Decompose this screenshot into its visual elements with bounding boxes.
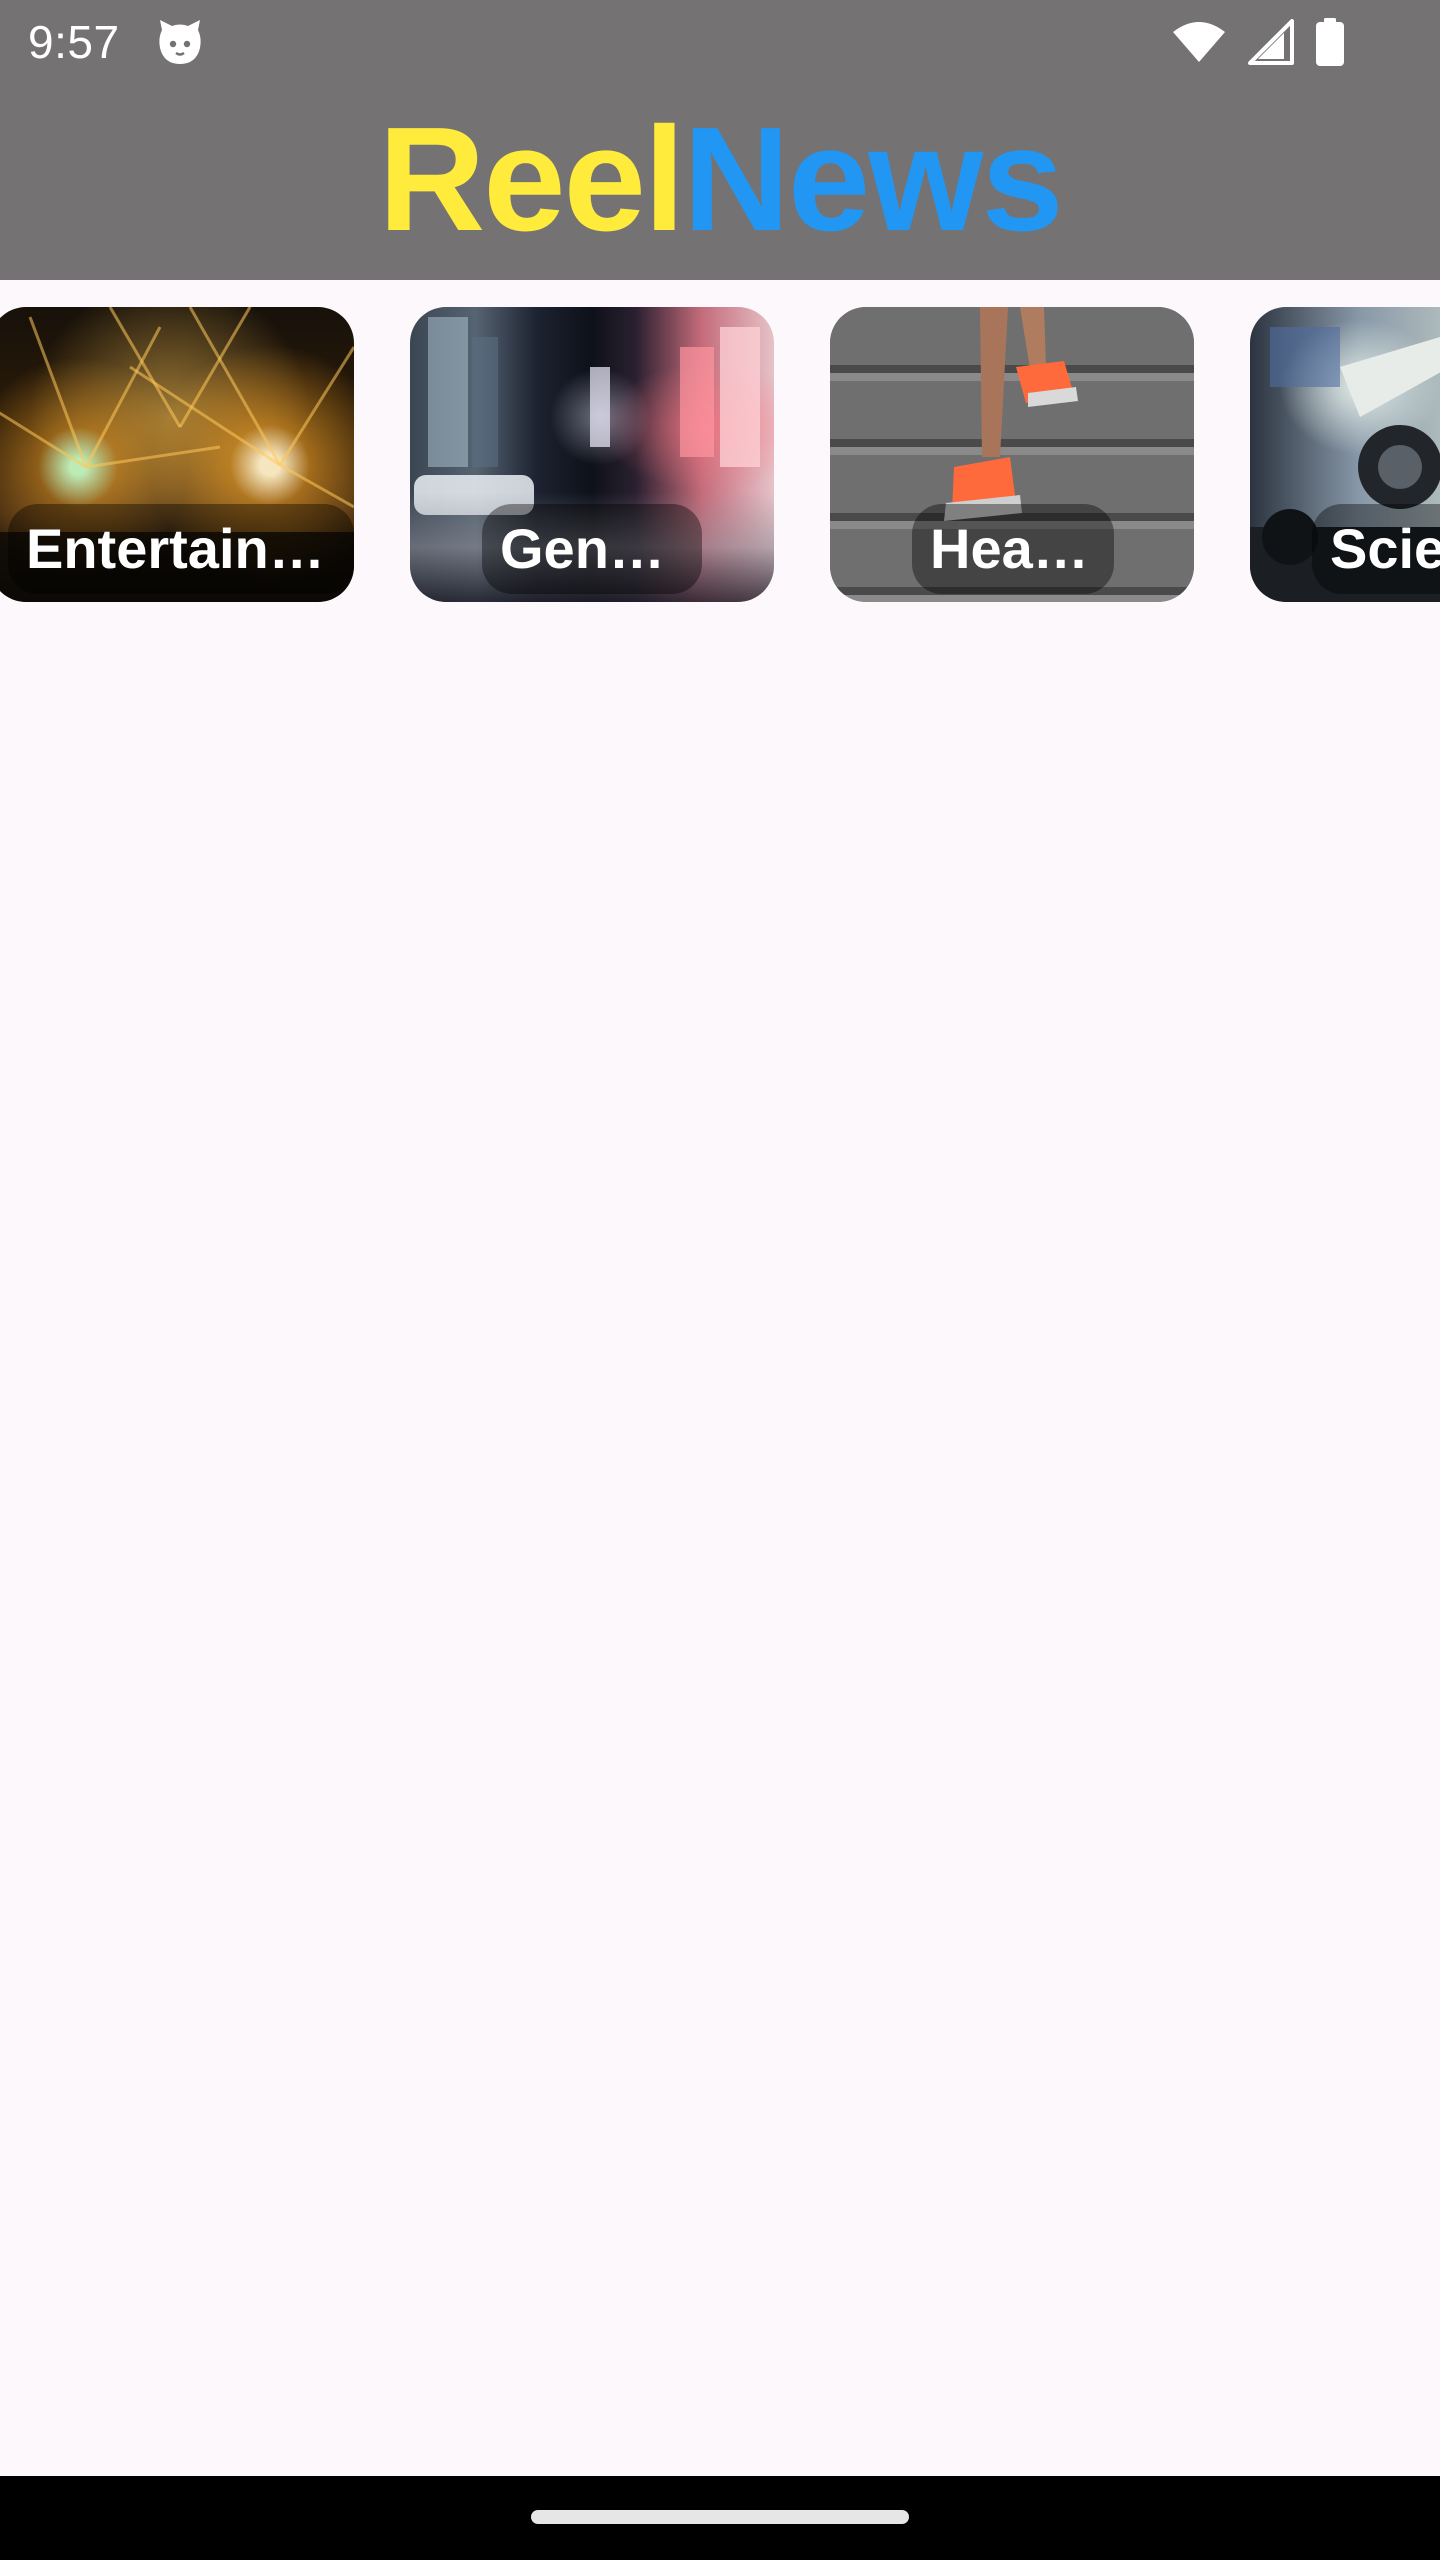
battery-icon — [1316, 18, 1344, 66]
category-label: Scie — [1312, 504, 1440, 594]
category-label: Health — [912, 504, 1114, 594]
category-card-general[interactable]: General — [410, 307, 774, 602]
category-label: Entertainm… — [8, 504, 354, 594]
status-bar: 9:57 — [0, 0, 1440, 84]
cat-notification-icon — [156, 20, 204, 66]
category-carousel[interactable]: Entertainm… General Health Scie — [0, 307, 1440, 602]
status-time: 9:57 — [28, 16, 120, 68]
category-card-science[interactable]: Scie — [1250, 307, 1440, 602]
category-card-health[interactable]: Health — [830, 307, 1194, 602]
app-title-reel: Reel — [378, 97, 685, 262]
app-title: ReelNews — [0, 96, 1440, 264]
app-bar: 9:57 ReelNews — [0, 0, 1440, 280]
navigation-bar — [0, 2476, 1440, 2560]
category-card-entertainment[interactable]: Entertainm… — [0, 307, 354, 602]
gesture-handle[interactable] — [531, 2510, 909, 2524]
app-title-news: News — [683, 97, 1064, 262]
wifi-icon — [1173, 22, 1225, 62]
category-label: General — [482, 504, 702, 594]
cellular-signal-icon — [1248, 19, 1294, 65]
